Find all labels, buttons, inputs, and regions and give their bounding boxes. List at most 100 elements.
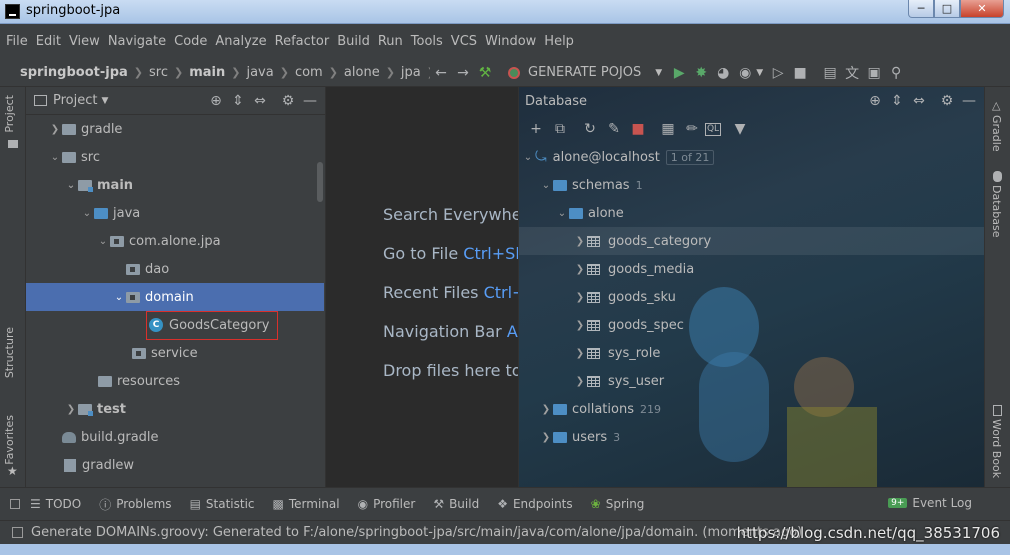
tree-node-src[interactable]: ⌄ src (26, 143, 324, 171)
add-icon[interactable]: + (525, 118, 547, 140)
chevron-right-icon[interactable]: ❯ (48, 124, 62, 135)
expand-all-icon[interactable]: ⇕ (227, 90, 249, 112)
menu-file[interactable]: File (6, 34, 28, 49)
tool-tab-project[interactable]: Project (3, 95, 16, 133)
collapse-all-icon[interactable]: ⇔ (908, 90, 930, 112)
table-node[interactable]: ❯ goods_sku (519, 283, 984, 311)
tree-node-package[interactable]: ⌄ com.alone.jpa (26, 227, 324, 255)
coverage-icon[interactable]: ◕ (712, 62, 734, 84)
tree-node-dao[interactable]: dao (26, 255, 324, 283)
properties-icon[interactable]: ✎ (603, 118, 625, 140)
breadcrumb-com[interactable]: com (295, 65, 323, 80)
stop-icon[interactable]: ■ (627, 118, 649, 140)
breadcrumb-jpa[interactable]: jpa (401, 65, 421, 80)
tree-node-service[interactable]: service (26, 339, 324, 367)
chevron-right-icon[interactable]: ❯ (573, 348, 587, 359)
table-node[interactable]: ❯ goods_media (519, 255, 984, 283)
tool-tab-wordbook[interactable]: Word Book (990, 419, 1003, 478)
breadcrumb-java[interactable]: java (246, 65, 273, 80)
tab-spring[interactable]: ❀ Spring (591, 497, 645, 511)
hide-panel-icon[interactable]: — (958, 90, 980, 112)
schema-node-alone[interactable]: ⌄ alone (519, 199, 984, 227)
query-console-icon[interactable]: QL (705, 122, 721, 136)
scrollbar[interactable] (317, 162, 323, 202)
menu-view[interactable]: View (69, 34, 100, 49)
breadcrumb-alone[interactable]: alone (344, 65, 380, 80)
menu-run[interactable]: Run (378, 34, 403, 49)
tree-node-main[interactable]: ⌄ main (26, 171, 324, 199)
copy-icon[interactable]: ⧉ (549, 118, 571, 140)
chevron-down-icon[interactable]: ⌄ (96, 236, 110, 247)
tab-terminal[interactable]: ▩ Terminal (273, 497, 340, 511)
chevron-right-icon[interactable]: ❯ (573, 264, 587, 275)
locate-icon[interactable]: ⊕ (864, 90, 886, 112)
tree-node-java[interactable]: ⌄ java (26, 199, 324, 227)
menu-build[interactable]: Build (337, 34, 370, 49)
tab-todo[interactable]: ☰ TODO (30, 497, 81, 511)
chevron-right-icon[interactable]: ❯ (573, 320, 587, 331)
tool-tab-database[interactable]: Database (990, 185, 1003, 238)
gear-icon[interactable]: ⚙ (936, 90, 958, 112)
hide-panel-icon[interactable]: — (299, 90, 321, 112)
menu-vcs[interactable]: VCS (451, 34, 477, 49)
chevron-down-icon[interactable]: ▼ (101, 96, 108, 106)
tree-node-gradle[interactable]: ❯ gradle (26, 115, 324, 143)
search-icon[interactable]: ⚲ (885, 62, 907, 84)
tool-windows-toggle-icon[interactable] (10, 499, 20, 509)
table-node[interactable]: ❯ goods_spec (519, 311, 984, 339)
maximize-button[interactable]: □ (934, 0, 960, 18)
status-toggle-icon[interactable] (12, 527, 23, 538)
table-node[interactable]: ❯ sys_role (519, 339, 984, 367)
forward-arrow-icon[interactable]: → (452, 62, 474, 84)
users-node[interactable]: ❯ users 3 (519, 423, 984, 451)
tab-statistic[interactable]: ▤ Statistic (190, 497, 255, 511)
menu-tools[interactable]: Tools (411, 34, 443, 49)
datasource-node[interactable]: ⌄ ⤿ alone@localhost 1 of 21 (519, 143, 984, 171)
menu-navigate[interactable]: Navigate (108, 34, 166, 49)
menu-refactor[interactable]: Refactor (275, 34, 330, 49)
minimize-button[interactable]: ─ (908, 0, 934, 18)
tool-tab-favorites[interactable]: Favorites (3, 415, 16, 465)
event-log-tab[interactable]: 9+ Event Log (888, 496, 972, 510)
chevron-right-icon[interactable]: ❯ (573, 376, 587, 387)
profile-chevron-down-icon[interactable]: ▼ (756, 68, 763, 78)
tool-tab-structure[interactable]: Structure (3, 327, 16, 378)
tree-node-domain[interactable]: ⌄ domain (26, 283, 324, 311)
table-editor-icon[interactable]: ▦ (657, 118, 679, 140)
breadcrumb-main[interactable]: main (189, 65, 225, 80)
build-hammer-icon[interactable]: ⚒ (474, 62, 496, 84)
chevron-down-icon[interactable]: ⌄ (80, 208, 94, 219)
chevron-right-icon[interactable]: ❯ (539, 432, 553, 443)
terminal-icon[interactable]: ▣ (863, 62, 885, 84)
translate-icon[interactable]: 文 (841, 62, 863, 84)
edit-icon[interactable]: ✏ (681, 118, 703, 140)
collapse-all-icon[interactable]: ⇔ (249, 90, 271, 112)
menu-edit[interactable]: Edit (36, 34, 61, 49)
chevron-down-icon[interactable]: ⌄ (112, 292, 126, 303)
tree-node-goodscategory[interactable]: C GoodsCategory (26, 310, 279, 340)
chevron-down-icon[interactable]: ⌄ (555, 208, 569, 219)
chevron-right-icon[interactable]: ❯ (539, 404, 553, 415)
resume-icon[interactable]: ▷ (767, 62, 789, 84)
debug-icon[interactable]: ✸ (690, 62, 712, 84)
tree-node-test[interactable]: ❯ test (26, 395, 324, 423)
project-structure-icon[interactable]: ▤ (819, 62, 841, 84)
tool-tab-gradle[interactable]: Gradle (990, 115, 1003, 152)
profile-icon[interactable]: ◉ (734, 62, 756, 84)
expand-all-icon[interactable]: ⇕ (886, 90, 908, 112)
project-view-selector[interactable]: Project (53, 93, 97, 108)
gear-icon[interactable]: ⚙ (277, 90, 299, 112)
close-button[interactable]: ✕ (960, 0, 1004, 18)
menu-code[interactable]: Code (174, 34, 207, 49)
tree-node-resources[interactable]: resources (26, 367, 324, 395)
tab-profiler[interactable]: ◉ Profiler (358, 497, 416, 511)
table-node[interactable]: ❯ goods_category (519, 227, 984, 255)
chevron-right-icon[interactable]: ❯ (573, 236, 587, 247)
menu-window[interactable]: Window (485, 34, 536, 49)
schemas-node[interactable]: ⌄ schemas 1 (519, 171, 984, 199)
tab-build[interactable]: ⚒ Build (433, 497, 479, 511)
chevron-down-icon[interactable]: ⌄ (521, 152, 535, 163)
breadcrumb-src[interactable]: src (149, 65, 168, 80)
chevron-right-icon[interactable]: ❯ (64, 404, 78, 415)
collations-node[interactable]: ❯ collations 219 (519, 395, 984, 423)
